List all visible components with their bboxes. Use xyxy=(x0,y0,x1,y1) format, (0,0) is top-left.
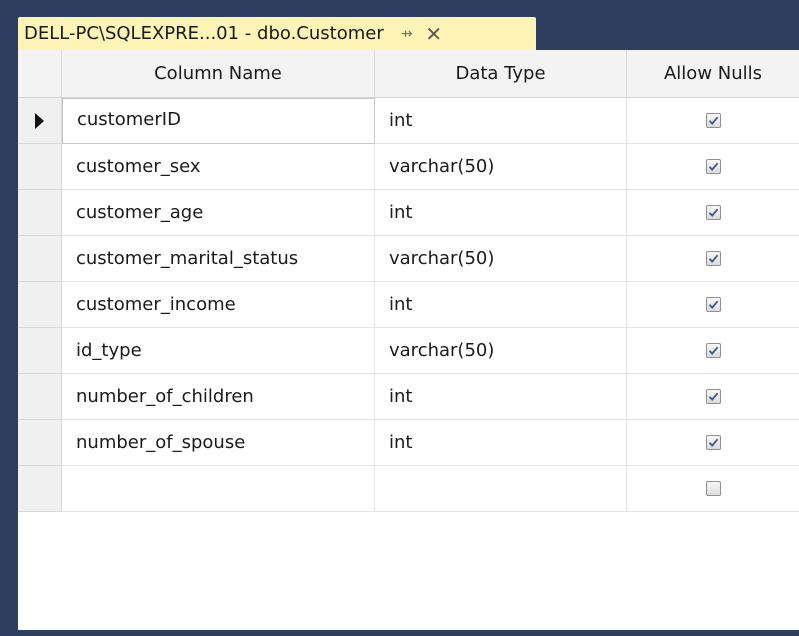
tab-title: DELL-PC\SQLEXPRE...01 - dbo.Customer xyxy=(24,23,384,44)
allow-nulls-cell xyxy=(627,282,799,328)
document-tab-customer[interactable]: DELL-PC\SQLEXPRE...01 - dbo.Customer ⇸ ✕ xyxy=(18,17,536,50)
header-column-name[interactable]: Column Name xyxy=(62,50,375,97)
row-selector[interactable] xyxy=(18,98,62,144)
column-name-cell[interactable]: customerID xyxy=(62,98,375,144)
header-row-selector[interactable] xyxy=(18,50,62,97)
row-selector[interactable] xyxy=(18,236,62,282)
row-selector[interactable] xyxy=(18,144,62,190)
allow-nulls-cell xyxy=(627,374,799,420)
allow-nulls-cell xyxy=(627,144,799,190)
column-name-cell[interactable]: number_of_spouse xyxy=(62,420,375,466)
grid-row[interactable]: customer_income int xyxy=(18,282,799,328)
grid-row[interactable]: customer_age int xyxy=(18,190,799,236)
data-type-cell[interactable]: varchar(50) xyxy=(375,328,627,374)
row-selector[interactable] xyxy=(18,190,62,236)
allow-nulls-cell xyxy=(627,98,799,144)
checkbox-icon[interactable] xyxy=(705,297,721,312)
grid-row[interactable]: customerID int xyxy=(18,98,799,144)
document-tab-strip: DELL-PC\SQLEXPRE...01 - dbo.Customer ⇸ ✕ xyxy=(0,0,799,50)
data-type-cell[interactable]: int xyxy=(375,420,627,466)
checkbox-icon[interactable] xyxy=(705,435,721,450)
data-type-cell[interactable]: int xyxy=(375,190,627,236)
pin-icon[interactable]: ⇸ xyxy=(398,26,416,42)
column-name-cell[interactable]: customer_sex xyxy=(62,144,375,190)
checkbox-icon[interactable] xyxy=(705,389,721,404)
close-icon[interactable]: ✕ xyxy=(424,24,444,44)
grid-row[interactable] xyxy=(18,466,799,512)
allow-nulls-cell xyxy=(627,236,799,282)
checkbox-icon[interactable] xyxy=(705,113,721,128)
designer-window: DELL-PC\SQLEXPRE...01 - dbo.Customer ⇸ ✕… xyxy=(0,0,799,636)
row-selector[interactable] xyxy=(18,420,62,466)
grid-row[interactable]: customer_sex varchar(50) xyxy=(18,144,799,190)
header-allow-nulls[interactable]: Allow Nulls xyxy=(627,50,799,97)
allow-nulls-cell xyxy=(627,420,799,466)
column-name-cell[interactable]: customer_income xyxy=(62,282,375,328)
column-name-cell[interactable]: customer_age xyxy=(62,190,375,236)
column-name-cell[interactable]: id_type xyxy=(62,328,375,374)
data-type-cell[interactable] xyxy=(375,466,627,512)
data-type-cell[interactable]: int xyxy=(375,374,627,420)
header-data-type[interactable]: Data Type xyxy=(375,50,627,97)
grid-row[interactable]: id_type varchar(50) xyxy=(18,328,799,374)
grid-row[interactable]: number_of_children int xyxy=(18,374,799,420)
allow-nulls-cell xyxy=(627,190,799,236)
data-type-cell[interactable]: int xyxy=(375,282,627,328)
row-selector[interactable] xyxy=(18,282,62,328)
data-type-cell[interactable]: int xyxy=(375,98,627,144)
column-name-cell[interactable] xyxy=(62,466,375,512)
checkbox-icon[interactable] xyxy=(705,159,721,174)
data-type-cell[interactable]: varchar(50) xyxy=(375,144,627,190)
data-type-cell[interactable]: varchar(50) xyxy=(375,236,627,282)
column-name-cell[interactable]: number_of_children xyxy=(62,374,375,420)
row-selector[interactable] xyxy=(18,374,62,420)
checkbox-icon[interactable] xyxy=(705,343,721,358)
row-selector[interactable] xyxy=(18,328,62,374)
checkbox-icon[interactable] xyxy=(705,205,721,220)
row-pointer-icon xyxy=(35,112,44,129)
grid-header-row: Column Name Data Type Allow Nulls xyxy=(18,50,799,98)
table-designer: Column Name Data Type Allow Nulls custom… xyxy=(18,50,799,630)
row-selector[interactable] xyxy=(18,466,62,512)
column-name-cell[interactable]: customer_marital_status xyxy=(62,236,375,282)
grid-row[interactable]: number_of_spouse int xyxy=(18,420,799,466)
allow-nulls-cell xyxy=(627,466,799,512)
allow-nulls-cell xyxy=(627,328,799,374)
checkbox-icon[interactable] xyxy=(705,251,721,266)
checkbox-icon[interactable] xyxy=(705,481,721,496)
grid-row[interactable]: customer_marital_status varchar(50) xyxy=(18,236,799,282)
